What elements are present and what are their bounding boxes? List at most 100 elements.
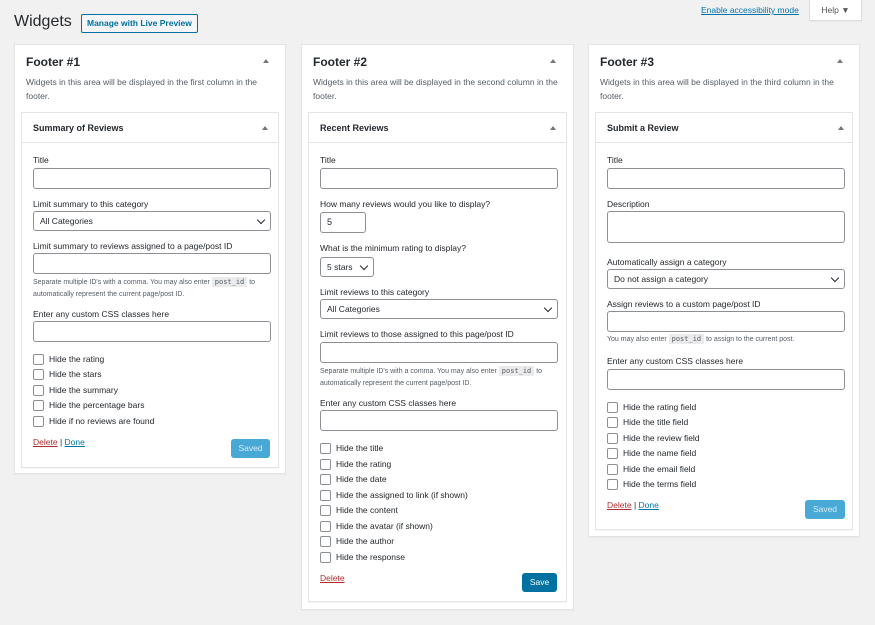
checkbox-hide-if-no-reviews[interactable]: Hide if no reviews are found	[33, 415, 154, 427]
css-classes-input[interactable]	[607, 369, 845, 390]
collapse-caret-icon[interactable]	[263, 59, 269, 63]
postid-hint: You may also enter post_id to assign to …	[607, 334, 795, 344]
checkbox-box[interactable]	[320, 551, 331, 563]
widget-title: Recent Reviews	[320, 123, 389, 133]
category-select-value: All Categories	[40, 216, 93, 226]
checkbox-box[interactable]	[607, 447, 618, 459]
title-input[interactable]	[320, 168, 558, 189]
checkbox-hide-avatar[interactable]: Hide the avatar (if shown)	[320, 520, 433, 532]
checkbox-hide-name-field[interactable]: Hide the name field	[607, 447, 696, 459]
title-input[interactable]	[607, 168, 845, 189]
widget-title: Submit a Review	[607, 123, 679, 133]
delete-link[interactable]: Delete	[607, 500, 632, 510]
widget-header[interactable]: Submit a Review	[596, 113, 852, 143]
description-textarea[interactable]	[607, 211, 845, 243]
title-label: Title	[320, 155, 336, 165]
checkbox-hide-title-field[interactable]: Hide the title field	[607, 416, 688, 428]
checkbox-box[interactable]	[33, 399, 44, 411]
checkbox-box[interactable]	[33, 384, 44, 396]
area-title: Footer #3	[600, 55, 655, 69]
help-tab-button[interactable]: Help ▼	[809, 0, 862, 21]
css-label: Enter any custom CSS classes here	[607, 356, 744, 366]
saved-button[interactable]: Saved	[231, 439, 270, 458]
widget-toggle-caret-icon[interactable]	[550, 126, 556, 130]
checkbox-box[interactable]	[320, 504, 331, 516]
page-title: Widgets	[14, 13, 72, 30]
checkbox-hide-stars[interactable]: Hide the stars	[33, 368, 101, 380]
widget-summary-of-reviews: Summary of Reviews Title Limit summary t…	[21, 112, 279, 468]
post-id-code: post_id	[498, 366, 535, 376]
checkbox-hide-assigned-link[interactable]: Hide the assigned to link (if shown)	[320, 489, 468, 501]
category-select[interactable]: Do not assign a category	[607, 269, 845, 289]
area-title: Footer #1	[26, 55, 81, 69]
area-header[interactable]: Footer #1	[15, 45, 285, 75]
min-rating-select[interactable]: 5 stars	[320, 257, 374, 277]
chevron-down-icon	[830, 273, 840, 283]
widget-actions: Delete	[320, 573, 345, 583]
collapse-caret-icon[interactable]	[550, 59, 556, 63]
checkbox-box[interactable]	[607, 432, 618, 444]
checkbox-hide-response[interactable]: Hide the response	[320, 551, 405, 563]
sidebar-area-footer-2: Footer #2 Widgets in this area will be d…	[301, 44, 574, 610]
done-link[interactable]: Done	[639, 500, 659, 510]
checkbox-hide-author[interactable]: Hide the author	[320, 535, 394, 547]
widget-header[interactable]: Recent Reviews	[309, 113, 566, 143]
checkbox-box[interactable]	[33, 353, 44, 365]
checkbox-hide-summary[interactable]: Hide the summary	[33, 384, 118, 396]
save-button[interactable]: Save	[522, 573, 557, 592]
checkbox-box[interactable]	[320, 489, 331, 501]
checkbox-hide-email-field[interactable]: Hide the email field	[607, 463, 695, 475]
checkbox-box[interactable]	[607, 401, 618, 413]
review-count-input[interactable]: 5	[320, 212, 366, 233]
title-input[interactable]	[33, 168, 271, 189]
widget-toggle-caret-icon[interactable]	[262, 126, 268, 130]
area-header[interactable]: Footer #2	[302, 45, 573, 75]
widget-toggle-caret-icon[interactable]	[838, 126, 844, 130]
category-select[interactable]: All Categories	[320, 299, 558, 319]
css-classes-input[interactable]	[33, 321, 271, 342]
postid-input[interactable]	[607, 311, 845, 332]
checkbox-box[interactable]	[320, 442, 331, 454]
checkbox-hide-review-field[interactable]: Hide the review field	[607, 432, 700, 444]
checkbox-box[interactable]	[33, 368, 44, 380]
count-label: How many reviews would you like to displ…	[320, 199, 491, 209]
postid-input[interactable]	[33, 253, 271, 274]
saved-button[interactable]: Saved	[805, 500, 845, 519]
separator: |	[59, 437, 63, 447]
area-title: Footer #2	[313, 55, 368, 69]
checkbox-hide-percentage-bars[interactable]: Hide the percentage bars	[33, 399, 144, 411]
manage-live-preview-button[interactable]: Manage with Live Preview	[81, 14, 198, 33]
checkbox-box[interactable]	[607, 478, 618, 490]
checkbox-box[interactable]	[320, 473, 331, 485]
checkbox-hide-rating-field[interactable]: Hide the rating field	[607, 401, 696, 413]
area-header[interactable]: Footer #3	[589, 45, 859, 75]
widget-header[interactable]: Summary of Reviews	[22, 113, 278, 143]
checkbox-box[interactable]	[320, 520, 331, 532]
delete-link[interactable]: Delete	[320, 573, 345, 583]
checkbox-box[interactable]	[33, 415, 44, 427]
sidebar-area-footer-3: Footer #3 Widgets in this area will be d…	[588, 44, 860, 537]
checkbox-hide-rating[interactable]: Hide the rating	[33, 353, 104, 365]
postid-input[interactable]	[320, 342, 558, 363]
css-label: Enter any custom CSS classes here	[320, 398, 457, 408]
checkbox-box[interactable]	[607, 416, 618, 428]
css-classes-input[interactable]	[320, 410, 558, 431]
checkbox-box[interactable]	[607, 463, 618, 475]
checkbox-hide-date[interactable]: Hide the date	[320, 473, 387, 485]
checkbox-hide-title[interactable]: Hide the title	[320, 442, 383, 454]
done-link[interactable]: Done	[65, 437, 85, 447]
delete-link[interactable]: Delete	[33, 437, 58, 447]
category-select[interactable]: All Categories	[33, 211, 271, 231]
chevron-down-icon	[543, 303, 553, 313]
checkbox-box[interactable]	[320, 535, 331, 547]
postid-hint: Separate multiple ID's with a comma. You…	[320, 366, 543, 387]
accessibility-mode-link[interactable]: Enable accessibility mode	[701, 5, 799, 15]
category-select-value: All Categories	[327, 304, 380, 314]
checkbox-hide-rating[interactable]: Hide the rating	[320, 458, 391, 470]
checkbox-box[interactable]	[320, 458, 331, 470]
postid-label: Assign reviews to a custom page/post ID	[607, 299, 761, 309]
checkbox-hide-content[interactable]: Hide the content	[320, 504, 398, 516]
css-label: Enter any custom CSS classes here	[33, 309, 170, 319]
collapse-caret-icon[interactable]	[837, 59, 843, 63]
checkbox-hide-terms-field[interactable]: Hide the terms field	[607, 478, 696, 490]
